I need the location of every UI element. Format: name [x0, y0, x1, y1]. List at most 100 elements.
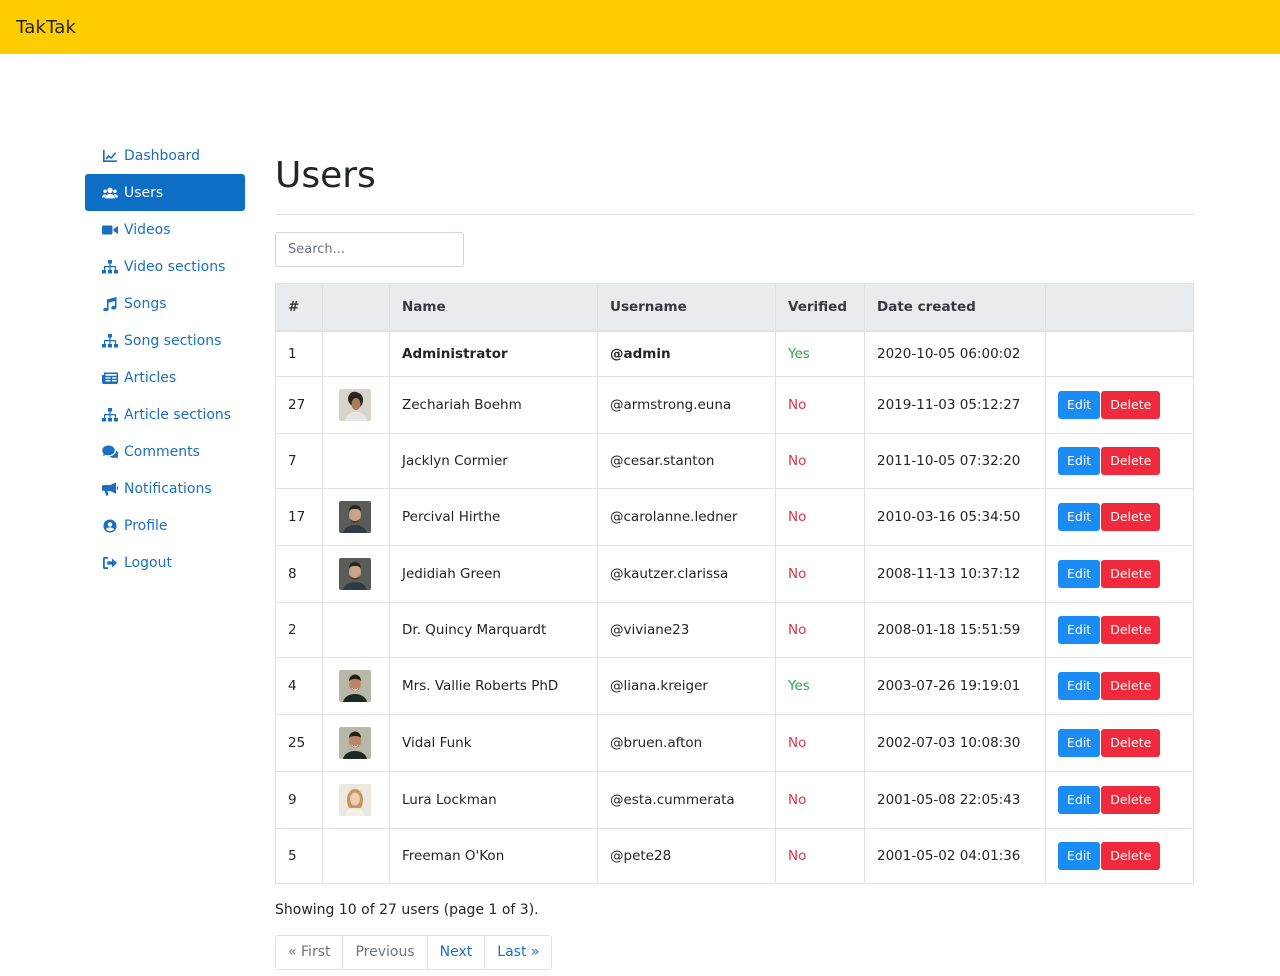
cell-verified: No	[775, 828, 865, 884]
pagination-next[interactable]: Next	[428, 936, 486, 969]
cell-username: @admin	[597, 330, 776, 377]
edit-button[interactable]: Edit	[1058, 786, 1101, 814]
edit-button[interactable]: Edit	[1058, 503, 1101, 531]
sidebar-item-article-sections[interactable]: Article sections	[85, 396, 245, 433]
cell-date-created: 2003-07-26 19:19:01	[864, 657, 1046, 715]
sidebar-item-profile[interactable]: Profile	[85, 507, 245, 544]
sidebar-item-dashboard[interactable]: Dashboard	[85, 137, 245, 174]
edit-button[interactable]: Edit	[1058, 842, 1101, 870]
cell-name: Percival Hirthe	[389, 488, 598, 546]
sidebar-item-comments[interactable]: Comments	[85, 433, 245, 470]
cell-id: 4	[275, 657, 323, 715]
sidebar-item-video-sections[interactable]: Video sections	[85, 248, 245, 285]
delete-button[interactable]: Delete	[1101, 503, 1161, 531]
cell-id: 2	[275, 602, 323, 658]
cell-avatar	[322, 376, 390, 434]
avatar	[339, 501, 371, 533]
cell-avatar	[322, 488, 390, 546]
cell-username: @armstrong.euna	[597, 376, 776, 434]
cell-username: @bruen.afton	[597, 714, 776, 772]
sidebar-item-songs[interactable]: Songs	[85, 285, 245, 322]
sidebar-item-label: Video sections	[124, 258, 226, 275]
page-title: Users	[275, 155, 376, 196]
edit-button[interactable]: Edit	[1058, 616, 1101, 644]
divider	[275, 214, 1194, 215]
cell-verified: No	[775, 545, 865, 603]
delete-button[interactable]: Delete	[1101, 729, 1161, 757]
header-name[interactable]: Name	[389, 283, 598, 332]
header-username[interactable]: Username	[597, 283, 776, 332]
cell-actions: Edit Delete	[1045, 828, 1194, 884]
sidebar-item-label: Comments	[124, 443, 200, 460]
cell-date-created: 2001-05-08 22:05:43	[864, 771, 1046, 829]
edit-button[interactable]: Edit	[1058, 447, 1101, 475]
sidebar-item-label: Articles	[124, 369, 177, 386]
cell-date-created: 2010-03-16 05:34:50	[864, 488, 1046, 546]
sidebar-item-label: Article sections	[124, 406, 232, 423]
edit-button[interactable]: Edit	[1058, 391, 1101, 419]
cell-id: 8	[275, 545, 323, 603]
cell-actions: Edit Delete	[1045, 376, 1194, 434]
header-verified[interactable]: Verified	[775, 283, 865, 332]
users-icon	[101, 186, 119, 200]
cell-name: Dr. Quincy Marquardt	[389, 602, 598, 658]
cell-username: @cesar.stanton	[597, 433, 776, 489]
avatar	[339, 784, 371, 816]
cell-avatar	[322, 714, 390, 772]
cell-username: @viviane23	[597, 602, 776, 658]
top-navbar: TakTak	[0, 0, 1280, 54]
sidebar-item-label: Logout	[124, 554, 172, 571]
video-icon	[101, 223, 119, 237]
cell-name: Zechariah Boehm	[389, 376, 598, 434]
bullhorn-icon	[101, 482, 119, 496]
cell-name: Jedidiah Green	[389, 545, 598, 603]
table-row: 2 Dr. Quincy Marquardt @viviane23 No 2008-01…	[275, 602, 1194, 658]
delete-button[interactable]: Delete	[1101, 447, 1161, 475]
cell-verified: No	[775, 433, 865, 489]
cell-date-created: 2020-10-05 06:00:02	[864, 330, 1046, 377]
pagination: « First Previous Next Last »	[275, 935, 553, 970]
sidebar-item-videos[interactable]: Videos	[85, 211, 245, 248]
delete-button[interactable]: Delete	[1101, 391, 1161, 419]
cell-verified: No	[775, 376, 865, 434]
header-id[interactable]: #	[275, 283, 323, 332]
header-date-created[interactable]: Date created	[864, 283, 1046, 332]
sidebar-item-notifications[interactable]: Notifications	[85, 470, 245, 507]
cell-verified: No	[775, 714, 865, 772]
cell-verified: Yes	[775, 657, 865, 715]
cell-actions: Edit Delete	[1045, 488, 1194, 546]
pagination-first[interactable]: « First	[276, 936, 344, 969]
delete-button[interactable]: Delete	[1101, 616, 1161, 644]
cell-verified: No	[775, 771, 865, 829]
table-row: 7 Jacklyn Cormier @cesar.stanton No 2011-10-…	[275, 433, 1194, 489]
pagination-last[interactable]: Last »	[485, 936, 551, 969]
table-row: 4 Mrs. Vallie Roberts PhD @liana.kreiger Ye…	[275, 657, 1194, 715]
sidebar-item-articles[interactable]: Articles	[85, 359, 245, 396]
sidebar-item-users[interactable]: Users	[85, 174, 245, 211]
edit-button[interactable]: Edit	[1058, 560, 1101, 588]
sidebar-item-logout[interactable]: Logout	[85, 544, 245, 581]
table-row: 5 Freeman O'Kon @pete28 No 2001-05-02 04:01:…	[275, 828, 1194, 884]
pagination-previous[interactable]: Previous	[343, 936, 428, 969]
table-row: 8 Jedidiah Green @kautzer.clarissa No 2008-1…	[275, 545, 1194, 603]
delete-button[interactable]: Delete	[1101, 786, 1161, 814]
delete-button[interactable]: Delete	[1101, 672, 1161, 700]
search-input[interactable]	[275, 232, 464, 267]
cell-id: 1	[275, 330, 323, 377]
cell-id: 27	[275, 376, 323, 434]
cell-name: Jacklyn Cormier	[389, 433, 598, 489]
cell-verified: No	[775, 488, 865, 546]
brand-logo[interactable]: TakTak	[16, 17, 76, 38]
delete-button[interactable]: Delete	[1101, 560, 1161, 588]
cell-id: 25	[275, 714, 323, 772]
cell-actions: Edit Delete	[1045, 602, 1194, 658]
cell-actions: Edit Delete	[1045, 771, 1194, 829]
delete-button[interactable]: Delete	[1101, 842, 1161, 870]
table-row: 27 Zechariah Boehm @armstrong.euna No 2019-1…	[275, 376, 1194, 434]
cell-actions: Edit Delete	[1045, 545, 1194, 603]
edit-button[interactable]: Edit	[1058, 729, 1101, 757]
sidebar-item-label: Songs	[124, 295, 167, 312]
cell-username: @esta.cummerata	[597, 771, 776, 829]
edit-button[interactable]: Edit	[1058, 672, 1101, 700]
sidebar-item-song-sections[interactable]: Song sections	[85, 322, 245, 359]
